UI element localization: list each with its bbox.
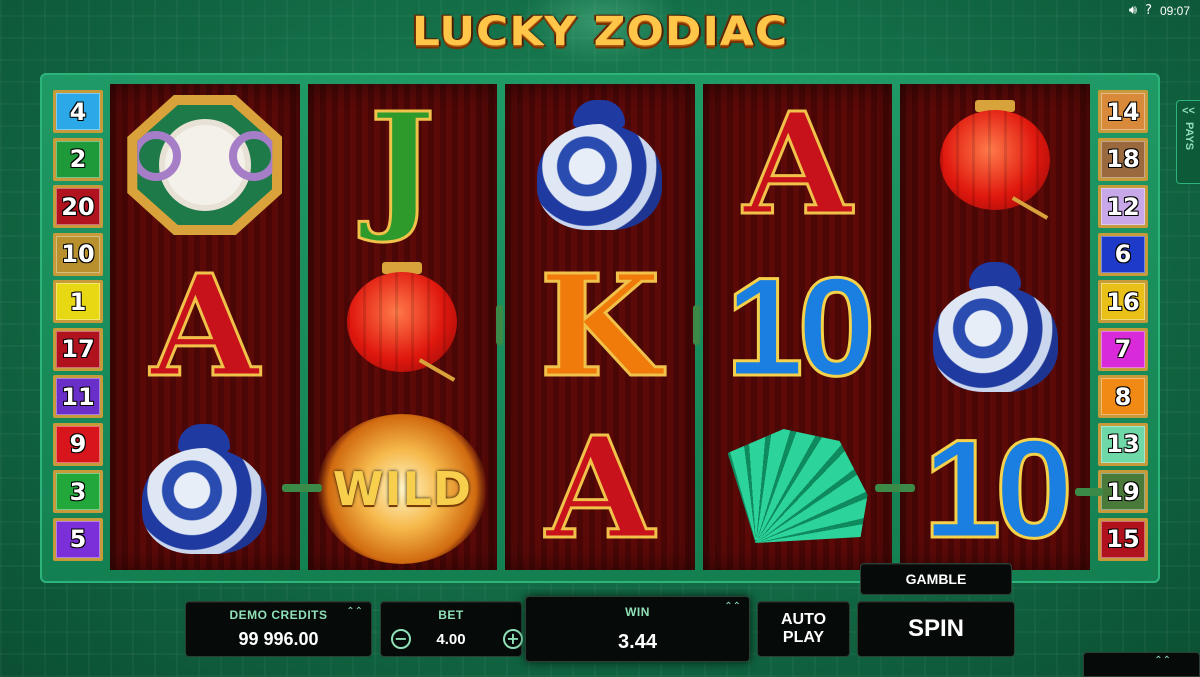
reel-cell xyxy=(703,408,893,570)
symbol-a: A xyxy=(742,83,854,247)
game-title: LUCKY ZODIAC xyxy=(411,8,789,55)
payline-connector xyxy=(496,305,503,345)
reel-4: A 10 xyxy=(702,84,893,570)
payline-connector xyxy=(282,484,322,492)
payline-badge[interactable]: 12 xyxy=(1098,185,1148,228)
credits-value: 99 996.00 xyxy=(238,629,319,649)
credits-label: DEMO CREDITS xyxy=(229,608,328,622)
payline-badge[interactable]: 3 xyxy=(53,470,103,513)
symbol-a: A xyxy=(544,407,656,571)
title-area: LUCKY ZODIAC xyxy=(0,0,1200,66)
reel-cell xyxy=(110,84,300,246)
payline-connector xyxy=(1075,488,1103,496)
bet-label: BET xyxy=(438,608,464,622)
payline-badge[interactable]: 9 xyxy=(53,422,103,466)
chevron-up-icon: ⌃⌃ xyxy=(346,606,363,617)
symbol-fan-icon xyxy=(727,429,868,543)
spin-label: SPIN xyxy=(907,615,964,642)
chevron-left-icon: << xyxy=(1182,105,1195,117)
reel-1: A xyxy=(110,84,300,570)
reel-cell: WILD xyxy=(308,408,498,570)
reels-grid: A J WILD K A A 10 10 xyxy=(110,84,1090,570)
payline-badge[interactable]: 4 xyxy=(53,90,103,133)
chevron-up-icon: ⌃⌃ xyxy=(1154,655,1171,666)
payline-badge[interactable]: 7 xyxy=(1098,327,1148,371)
payline-badge[interactable]: 8 xyxy=(1098,375,1148,418)
win-value: 3.44 xyxy=(618,631,657,653)
symbol-wild: WILD xyxy=(317,414,488,564)
win-label: WIN xyxy=(625,605,650,619)
reel-cell: 10 xyxy=(703,246,893,408)
symbol-j: J xyxy=(368,83,437,247)
payline-connector xyxy=(875,484,915,492)
reel-cell xyxy=(900,84,1090,246)
reel-cell xyxy=(505,84,695,246)
reel-cell xyxy=(110,408,300,570)
payline-badge[interactable]: 18 xyxy=(1098,137,1148,181)
reel-cell: K xyxy=(505,246,695,408)
symbol-lantern-icon xyxy=(940,100,1051,230)
symbol-ten: 10 xyxy=(724,248,877,405)
reel-cell xyxy=(308,246,498,408)
gamble-label: GAMBLE xyxy=(905,571,967,587)
payline-connector xyxy=(693,305,700,345)
payline-badge[interactable]: 13 xyxy=(1098,422,1148,466)
bet-increase-button[interactable]: + xyxy=(503,629,523,649)
gamble-button[interactable]: GAMBLE xyxy=(860,563,1012,595)
payline-badge[interactable]: 19 xyxy=(1098,470,1148,513)
payline-badge[interactable]: 17 xyxy=(53,327,103,371)
reel-cell xyxy=(900,246,1090,408)
reel-5: 10 xyxy=(900,84,1090,570)
symbol-vase-icon xyxy=(537,100,663,230)
reel-cell: 10 xyxy=(900,408,1090,570)
payline-badge[interactable]: 1 xyxy=(53,280,103,323)
symbol-a: A xyxy=(149,245,261,409)
reel-cell: A xyxy=(110,246,300,408)
reel-3: KA xyxy=(505,84,695,570)
autoplay-label: AUTO PLAY xyxy=(780,611,827,646)
symbol-ram-icon xyxy=(127,95,283,235)
payline-badge[interactable]: 5 xyxy=(53,517,103,561)
wild-text: WILD xyxy=(332,462,473,516)
payline-badge[interactable]: 16 xyxy=(1098,280,1148,323)
demo-credits-panel[interactable]: DEMO CREDITS ⌃⌃ 99 996.00 xyxy=(185,601,372,657)
right-payline-badges: 14 18 12 6 16 7 8 13 19 15 xyxy=(1098,90,1148,561)
reel-2: J WILD xyxy=(307,84,498,570)
reel-cell: A xyxy=(703,84,893,246)
reel-cell: A xyxy=(505,408,695,570)
payline-badge[interactable]: 14 xyxy=(1098,90,1148,133)
spin-button[interactable]: SPIN xyxy=(857,601,1015,657)
symbol-vase-icon xyxy=(142,424,268,554)
autoplay-button[interactable]: AUTO PLAY xyxy=(757,601,850,657)
menu-tab[interactable]: ⌃⌃ xyxy=(1083,652,1200,677)
payline-badge[interactable]: 2 xyxy=(53,137,103,181)
pays-tab[interactable]: << PAYS xyxy=(1176,100,1200,184)
symbol-k: K xyxy=(538,245,663,409)
symbol-lantern-icon xyxy=(347,262,458,392)
payline-badge[interactable]: 6 xyxy=(1098,232,1148,276)
payline-badge[interactable]: 10 xyxy=(53,232,103,276)
payline-badge[interactable]: 20 xyxy=(53,185,103,228)
chevron-up-icon: ⌃⌃ xyxy=(724,601,741,612)
left-payline-badges: 4 2 20 10 1 17 11 9 3 5 xyxy=(53,90,103,561)
payline-badge[interactable]: 15 xyxy=(1098,517,1148,561)
bet-panel: BET 4.00 − + xyxy=(380,601,523,657)
bet-decrease-button[interactable]: − xyxy=(391,629,411,649)
pays-label: PAYS xyxy=(1183,122,1195,151)
symbol-ten: 10 xyxy=(922,410,1075,567)
symbol-vase-icon xyxy=(932,262,1058,392)
reel-cell: J xyxy=(308,84,498,246)
payline-badge[interactable]: 11 xyxy=(53,375,103,418)
win-panel: WIN ⌃⌃ 3.44 xyxy=(525,596,750,662)
